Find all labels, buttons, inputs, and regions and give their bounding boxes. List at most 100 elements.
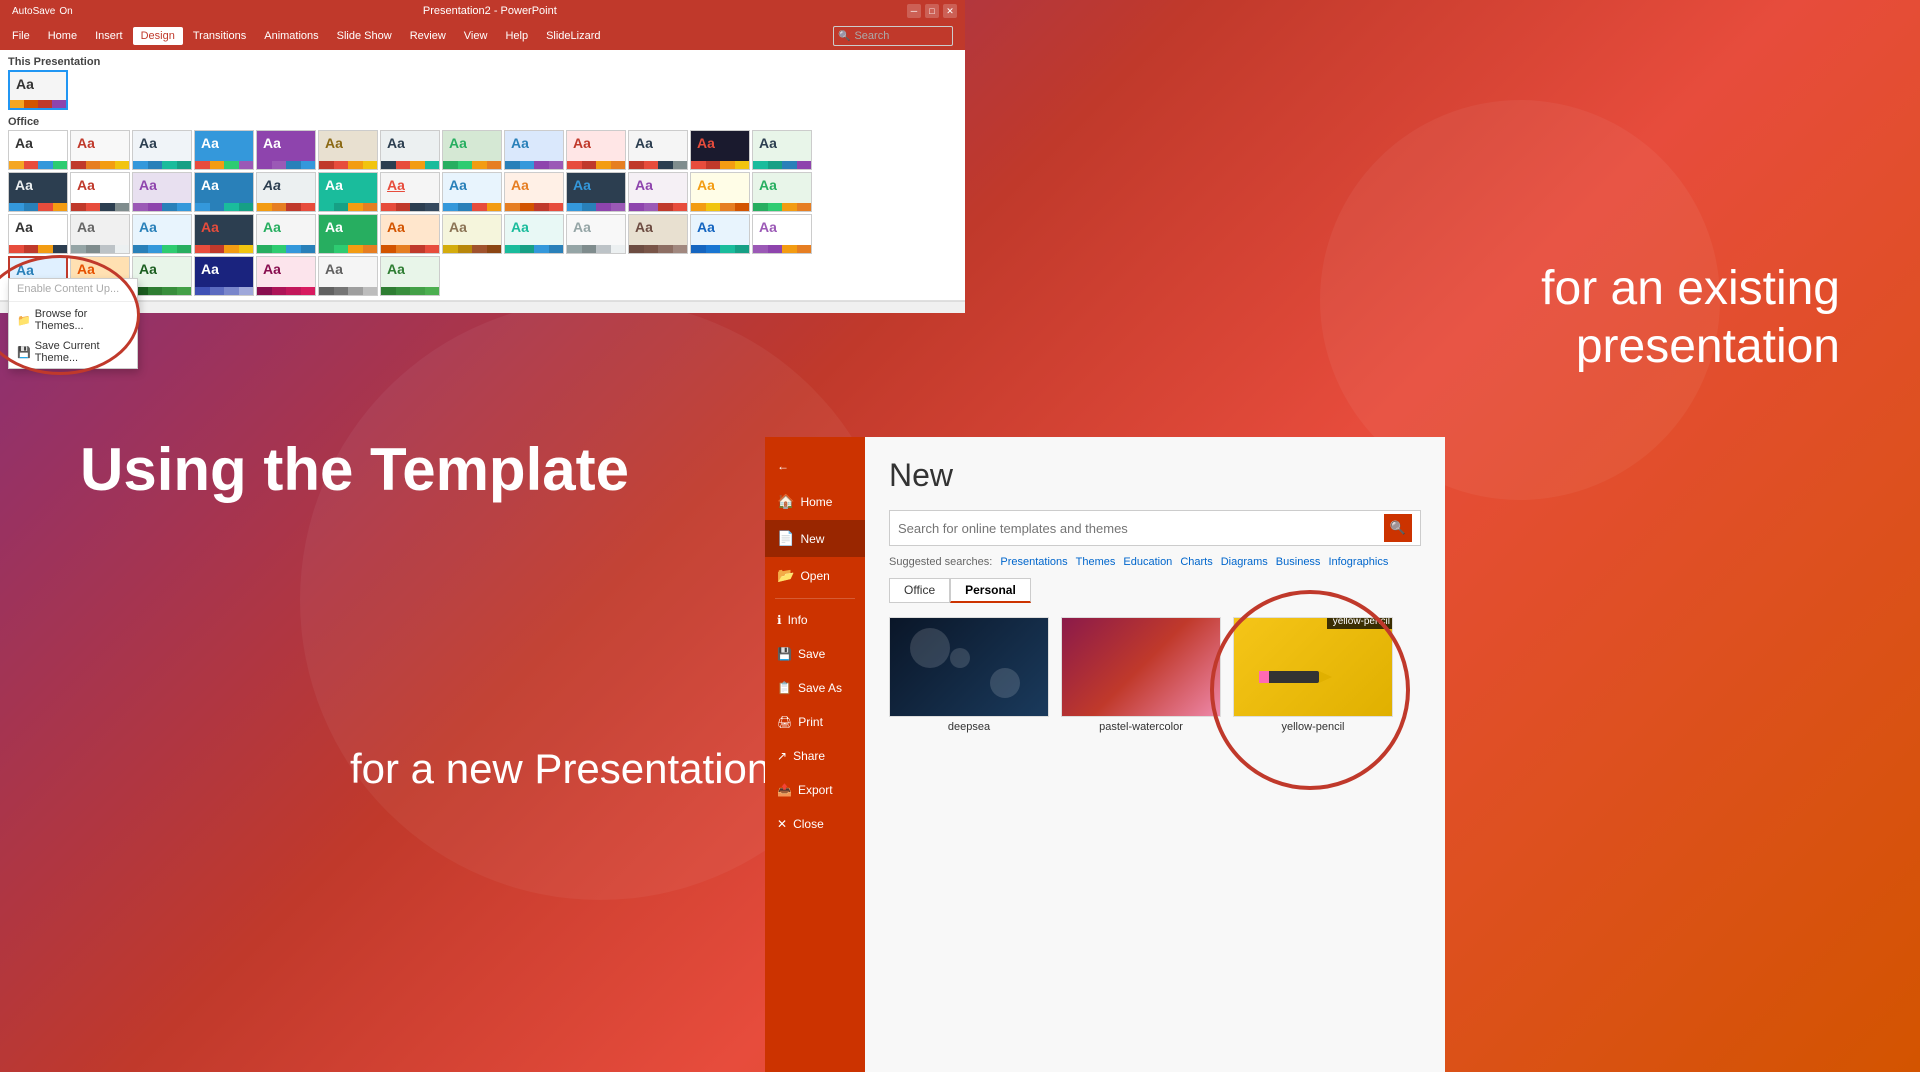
sidebar-new[interactable]: 📄 New [765, 520, 865, 557]
menu-review[interactable]: Review [402, 27, 454, 45]
theme-item[interactable]: Aa [690, 214, 750, 254]
theme-item[interactable]: Aa [318, 214, 378, 254]
theme-item[interactable]: Aa [566, 130, 626, 170]
browse-themes-item[interactable]: 📁 Browse for Themes... [9, 304, 137, 336]
theme-item[interactable]: Aa [442, 214, 502, 254]
theme-current[interactable]: Aa [8, 70, 68, 110]
save-theme-item[interactable]: 💾 Save Current Theme... [9, 336, 137, 368]
export-icon: 📤 [777, 783, 792, 797]
theme-item[interactable]: Aa [566, 172, 626, 212]
autosave-toggle[interactable]: On [59, 6, 72, 17]
theme-item[interactable]: Aa [132, 130, 192, 170]
theme-item[interactable]: Aa [132, 214, 192, 254]
theme-item[interactable]: Aa [256, 130, 316, 170]
sidebar-save[interactable]: 💾 Save [765, 637, 865, 671]
template-watercolor[interactable]: pastel-watercolor [1061, 617, 1221, 733]
theme-item[interactable]: Aa [132, 256, 192, 296]
theme-item[interactable]: Aa [628, 214, 688, 254]
template-pencil[interactable]: yellow-pencil 📌 yellow-pencil [1233, 617, 1393, 733]
browse-icon: 📁 [17, 314, 31, 327]
new-icon: 📄 [777, 530, 794, 547]
enable-content-item[interactable]: Enable Content Up... [9, 279, 137, 299]
suggested-business[interactable]: Business [1276, 556, 1321, 568]
menu-insert[interactable]: Insert [87, 27, 131, 45]
filter-personal[interactable]: Personal [950, 578, 1031, 603]
theme-item[interactable]: Aa [70, 214, 130, 254]
theme-item[interactable]: Aa [8, 214, 68, 254]
suggested-searches: Suggested searches: Presentations Themes… [889, 556, 1421, 568]
theme-item[interactable]: Aa [70, 172, 130, 212]
window-controls: ─ □ ✕ [907, 4, 957, 18]
filter-office[interactable]: Office [889, 578, 950, 603]
menu-home[interactable]: Home [40, 27, 85, 45]
theme-item[interactable]: Aa [194, 130, 254, 170]
menu-animations[interactable]: Animations [256, 27, 326, 45]
sidebar-share[interactable]: ↗ Share [765, 739, 865, 773]
sidebar-open[interactable]: 📂 Open [765, 557, 865, 594]
menu-design[interactable]: Design [133, 27, 183, 45]
theme-item[interactable]: Aa [70, 130, 130, 170]
menu-transitions[interactable]: Transitions [185, 27, 254, 45]
minimize-button[interactable]: ─ [907, 4, 921, 18]
sidebar-close[interactable]: ✕ Close [765, 807, 865, 841]
save-nav-icon: 💾 [777, 647, 792, 661]
menu-file[interactable]: File [4, 27, 38, 45]
bubble-1 [910, 628, 950, 668]
suggested-diagrams[interactable]: Diagrams [1221, 556, 1268, 568]
sidebar-info[interactable]: ℹ Info [765, 603, 865, 637]
maximize-button[interactable]: □ [925, 4, 939, 18]
menu-help[interactable]: Help [497, 27, 536, 45]
theme-item[interactable]: Aa [132, 172, 192, 212]
theme-item[interactable]: Aa [318, 130, 378, 170]
theme-item[interactable]: Aa [504, 130, 564, 170]
theme-item[interactable]: Aa [752, 172, 812, 212]
suggested-themes[interactable]: Themes [1076, 556, 1116, 568]
theme-item[interactable]: Aa [566, 214, 626, 254]
theme-item[interactable]: Aa [318, 172, 378, 212]
theme-item[interactable]: Aa [380, 256, 440, 296]
suggested-presentations[interactable]: Presentations [1000, 556, 1067, 568]
menu-slidelizard[interactable]: SlideLizard [538, 27, 608, 45]
menu-slideshow[interactable]: Slide Show [329, 27, 400, 45]
theme-item[interactable]: Aa [318, 256, 378, 296]
filter-tabs: Office Personal [889, 578, 1421, 603]
sidebar-saveas[interactable]: 📋 Save As [765, 671, 865, 705]
sidebar-print[interactable]: 🖨 Print [765, 705, 865, 739]
suggested-charts[interactable]: Charts [1180, 556, 1212, 568]
theme-item[interactable]: Aa [380, 172, 440, 212]
theme-item[interactable]: Aa [752, 130, 812, 170]
theme-item[interactable]: Aa [628, 172, 688, 212]
theme-item[interactable]: Aa [256, 172, 316, 212]
theme-item[interactable]: Aa [256, 214, 316, 254]
theme-item[interactable]: Aa [194, 172, 254, 212]
theme-item[interactable]: Aa [752, 214, 812, 254]
template-search-button[interactable]: 🔍 [1384, 514, 1412, 542]
sidebar-home[interactable]: 🏠 Home [765, 483, 865, 520]
menu-view[interactable]: View [456, 27, 496, 45]
template-deepsea[interactable]: deepsea [889, 617, 1049, 733]
sidebar-info-label: Info [788, 613, 808, 627]
theme-item[interactable]: Aa [690, 130, 750, 170]
suggested-education[interactable]: Education [1123, 556, 1172, 568]
sidebar-export[interactable]: 📤 Export [765, 773, 865, 807]
theme-item[interactable]: Aa [256, 256, 316, 296]
close-button[interactable]: ✕ [943, 4, 957, 18]
theme-item[interactable]: Aa [504, 214, 564, 254]
theme-item[interactable]: Aa [194, 214, 254, 254]
horizontal-scrollbar[interactable] [0, 301, 965, 313]
save-theme-text: Save Current Theme... [35, 340, 129, 364]
suggested-infographics[interactable]: Infographics [1328, 556, 1388, 568]
ribbon-search-box[interactable]: 🔍 Search [833, 26, 953, 46]
theme-item[interactable]: Aa [8, 172, 68, 212]
theme-item[interactable]: Aa [380, 214, 440, 254]
theme-item[interactable]: Aa [380, 130, 440, 170]
sidebar-back-button[interactable]: ← [765, 449, 865, 483]
theme-item[interactable]: Aa [442, 130, 502, 170]
theme-item[interactable]: Aa [194, 256, 254, 296]
template-search-input[interactable] [898, 521, 1384, 536]
theme-item[interactable]: Aa [628, 130, 688, 170]
theme-item[interactable]: Aa [442, 172, 502, 212]
theme-item[interactable]: Aa [690, 172, 750, 212]
theme-item[interactable]: Aa [8, 130, 68, 170]
theme-item[interactable]: Aa [504, 172, 564, 212]
